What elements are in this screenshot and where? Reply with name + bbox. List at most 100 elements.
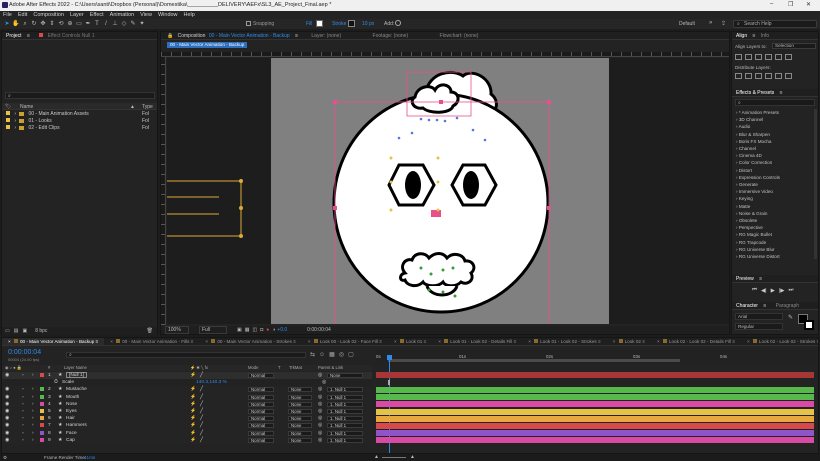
prev-frame-icon[interactable]: ◀| [761,288,767,294]
label-swatch[interactable] [40,416,44,421]
stroke-color-swatch[interactable] [804,320,814,330]
trkmat-dropdown[interactable]: None [288,423,312,429]
layer-name[interactable]: Hair [66,415,75,422]
pickwhip-icon[interactable]: ◎ [318,394,322,401]
quality-switch-icon[interactable]: ╱ [200,401,203,408]
graph-editor-icon[interactable]: ▢ [348,351,354,358]
layer-duration-bar[interactable] [376,408,814,415]
effects-category[interactable]: › Matte [732,203,818,210]
bpc-value[interactable]: 8 bpc [35,328,47,334]
lock-toggle-icon[interactable]: ▫ [22,430,24,437]
orbit-tool-icon[interactable]: ↻ [30,20,38,28]
align-vcenter-icon[interactable] [775,54,782,60]
effects-category[interactable]: › Noise & Grain [732,210,818,217]
maximize-button[interactable]: ❐ [788,1,793,8]
project-search-input[interactable]: ⌕ [5,92,155,99]
mask-visibility-icon[interactable]: ◫ [252,327,257,333]
mode-dropdown[interactable]: Normal [248,373,274,378]
parent-dropdown[interactable]: 1. Null 1 [327,401,363,407]
selection-tool-icon[interactable]: ➤ [3,20,11,28]
pickwhip-icon[interactable]: ◎ [318,401,322,408]
eye-icon[interactable]: ◉ [5,430,9,437]
tab-menu-icon[interactable]: ≡ [641,339,645,344]
menu-view[interactable]: View [140,12,152,18]
shy-switch-icon[interactable]: ⚡ [190,422,196,429]
effects-category[interactable]: › Audio [732,123,818,130]
workspace-menu-icon[interactable]: » [709,20,712,26]
eye-icon[interactable]: ◉ [5,422,9,429]
workspace-default[interactable]: Default [679,21,695,27]
layer-row[interactable]: ◉ ▫ › 6 ★ Hair ⚡ ╱ Normal None ◎ 1. Null 1 [2,415,372,423]
stopwatch-icon[interactable]: ⏱ [54,379,58,386]
distribute-hcenter-icon[interactable] [775,73,782,79]
mode-dropdown[interactable]: Normal [248,394,274,400]
pan-tool-icon[interactable]: ✥ [39,20,47,28]
timeline-tab[interactable]: × Look 02 ≡ [607,338,651,345]
expand-arrow-icon[interactable]: › [14,118,16,124]
mode-dropdown[interactable]: Normal [248,437,274,443]
lock-toggle-icon[interactable]: ▫ [22,437,24,444]
timeline-tab[interactable]: × 00 - Main Vector Animation - Strokes ≡ [199,338,302,345]
eye-icon[interactable]: ◉ [5,394,9,401]
expand-arrow-icon[interactable]: › [14,111,16,117]
mode-dropdown[interactable]: Normal [248,430,274,436]
timeline-tab[interactable]: × 00 - Main Vector Animation - Fills ≡ [104,338,199,345]
shy-switch-icon[interactable]: ⚡ [190,394,196,401]
close-tab-icon[interactable]: × [528,339,532,344]
expand-arrow-icon[interactable]: › [32,437,34,444]
layer-row[interactable]: ◉ ▫ › 5 ★ Eyes ⚡ ╱ Normal None ◎ 1. Null 1 [2,408,372,415]
effects-category[interactable]: › Color Correction [732,159,818,166]
effects-category[interactable]: › Keying [732,195,818,202]
tab-character[interactable]: Character [736,303,758,309]
quality-switch-icon[interactable]: ╱ [200,394,203,401]
zoom-tool-icon[interactable]: ⌕ [21,20,29,28]
layer-duration-bar[interactable] [376,422,814,429]
tab-footage[interactable]: Footage: (none) [373,33,409,39]
close-tab-icon[interactable]: × [308,339,312,344]
layer-duration-bar[interactable] [376,372,814,378]
parent-dropdown[interactable]: 1. Null 1 [327,416,363,422]
zoom-dropdown[interactable]: 100% [165,326,189,334]
expand-arrow-icon[interactable]: › [32,372,34,379]
menu-help[interactable]: Help [184,12,195,18]
shy-switch-icon[interactable]: ⚡ [190,386,196,393]
tab-menu-icon[interactable]: ≡ [815,339,818,344]
layer-duration-bar[interactable] [376,430,814,437]
label-swatch[interactable] [40,394,44,399]
tab-menu-icon[interactable]: ≡ [189,339,194,344]
shy-layers-icon[interactable]: ☺ [319,352,325,358]
align-left-icon[interactable] [735,54,742,60]
effects-category[interactable]: › Channel [732,145,818,152]
comp-menu-icon[interactable]: ≡ [295,33,298,39]
scale-value[interactable]: 140.3,140.3 % [196,379,227,386]
expand-arrow-icon[interactable]: › [32,408,34,415]
expand-arrow-icon[interactable]: › [32,386,34,393]
effects-category[interactable]: › 3D Channel [732,116,818,123]
trkmat-dropdown[interactable]: None [288,394,312,400]
align-hcenter-icon[interactable] [745,54,752,60]
layer-duration-bar[interactable] [376,401,814,408]
parent-dropdown[interactable]: None [327,373,363,378]
sync-icon[interactable]: ⇪ [721,20,726,27]
parent-dropdown[interactable]: 1. Null 1 [327,387,363,393]
layer-duration-bar[interactable] [376,386,814,393]
close-tab-icon[interactable]: × [394,339,398,344]
next-frame-icon[interactable]: |▶ [779,288,785,294]
tab-menu-icon[interactable]: ≡ [512,339,517,344]
effects-category[interactable]: › Perspective [732,224,818,231]
menu-file[interactable]: File [3,12,12,18]
trkmat-dropdown[interactable]: None [288,430,312,436]
layer-name[interactable]: [Null 1] [66,372,87,378]
rotate-tool-icon[interactable]: ⟲ [57,20,65,28]
menu-animation[interactable]: Animation [110,12,134,18]
font-dropdown[interactable]: Arial [735,313,783,320]
brush-tool-icon[interactable]: / [102,20,110,28]
exposure-icon[interactable]: ◑ [272,327,275,333]
work-area-bar[interactable] [388,359,680,362]
mode-dropdown[interactable]: Normal [248,401,274,407]
align-top-icon[interactable] [765,54,772,60]
layer-duration-bar[interactable] [376,394,814,401]
layer-name[interactable]: Cap [66,437,75,444]
align-menu-icon[interactable]: ≡ [753,33,756,39]
layer-name[interactable]: Mouth [66,394,79,401]
